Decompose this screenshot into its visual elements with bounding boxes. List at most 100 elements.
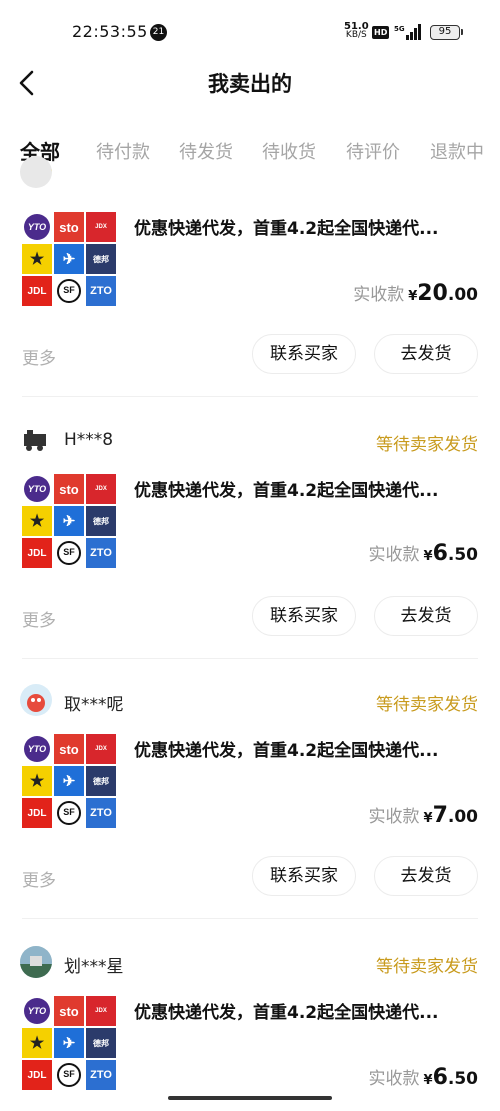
price-row: 实收款 ¥7.00 xyxy=(369,802,478,828)
network-speed: 51.0 KB/S xyxy=(344,22,369,40)
price-decimal: .50 xyxy=(447,1069,478,1089)
cartoon-avatar-icon xyxy=(27,694,45,712)
jdx-logo: JDX xyxy=(86,734,116,764)
price-decimal: .00 xyxy=(447,807,478,827)
contact-buyer-button[interactable]: 联系买家 xyxy=(252,334,356,374)
product-image[interactable]: YTO sto JDX ★ ✈ 德邦 JDL SF ZTO xyxy=(22,996,116,1090)
avatar xyxy=(20,156,52,188)
header: 我卖出的 xyxy=(0,58,500,108)
jdl-logo: JDL xyxy=(22,538,52,568)
ship-button[interactable]: 去发货 xyxy=(374,856,478,896)
price-currency: ¥ xyxy=(408,289,418,304)
train-avatar-icon xyxy=(24,430,46,451)
price-integer: 6 xyxy=(432,1065,448,1090)
buyer-name[interactable]: 取***呢 xyxy=(64,690,124,715)
sf-logo: SF xyxy=(54,798,84,828)
page-title: 我卖出的 xyxy=(208,72,292,96)
yunda-logo-icon: ★ xyxy=(22,766,52,796)
order-card[interactable]: YTO sto JDX ★ ✈ 德邦 JDL SF ZTO 优惠快递代发，首重4… xyxy=(0,156,500,400)
sto-logo: sto xyxy=(54,212,84,242)
sf-logo: SF xyxy=(54,538,84,568)
zto-logo: ZTO xyxy=(86,538,116,568)
order-status: 等待卖家发货 xyxy=(376,695,478,715)
price-currency: ¥ xyxy=(423,549,433,564)
price-currency: ¥ xyxy=(423,811,433,826)
battery-icon: 95 xyxy=(430,25,463,40)
price-decimal: .00 xyxy=(447,285,478,305)
tab-pending-payment[interactable]: 待付款 xyxy=(96,138,150,164)
product-title[interactable]: 优惠快递代发，首重4.2起全国快递代... xyxy=(134,214,478,239)
buyer-name[interactable]: H***8 xyxy=(64,430,113,450)
landscape-avatar-icon xyxy=(20,946,52,978)
zto-logo: ZTO xyxy=(86,1060,116,1090)
tab-pending-receipt[interactable]: 待收货 xyxy=(262,138,316,164)
product-image[interactable]: YTO sto JDX ★ ✈ 德邦 JDL SF ZTO xyxy=(22,474,116,568)
sf-logo: SF xyxy=(54,276,84,306)
jdx-logo: JDX xyxy=(86,996,116,1026)
order-card[interactable]: 划***星 等待卖家发货 YTO sto JDX ★ ✈ 德邦 JDL SF Z… xyxy=(0,946,500,1111)
jdl-logo: JDL xyxy=(22,798,52,828)
debang-logo: 德邦 xyxy=(86,244,116,274)
home-indicator[interactable] xyxy=(168,1096,332,1100)
price-row: 实收款 ¥6.50 xyxy=(369,540,478,566)
yto-logo: YTO xyxy=(22,734,52,764)
yto-logo: YTO xyxy=(22,212,52,242)
yunda-logo-icon: ★ xyxy=(22,244,52,274)
ship-button[interactable]: 去发货 xyxy=(374,334,478,374)
zto-logo: ZTO xyxy=(86,798,116,828)
network-speed-unit: KB/S xyxy=(345,30,367,40)
zto-logo: ZTO xyxy=(86,276,116,306)
product-title[interactable]: 优惠快递代发，首重4.2起全国快递代... xyxy=(134,998,478,1023)
ship-button[interactable]: 去发货 xyxy=(374,596,478,636)
tab-pending-shipment[interactable]: 待发货 xyxy=(179,138,233,164)
cainiao-logo-icon: ✈ xyxy=(54,1028,84,1058)
signal-icon: 5G xyxy=(394,24,421,40)
tab-pending-review[interactable]: 待评价 xyxy=(346,138,400,164)
debang-logo: 德邦 xyxy=(86,1028,116,1058)
price-row: 实收款 ¥6.50 xyxy=(369,1064,478,1090)
price-decimal: .50 xyxy=(447,545,478,565)
jdl-logo: JDL xyxy=(22,276,52,306)
order-header: H***8 等待卖家发货 xyxy=(20,424,478,458)
order-header: 取***呢 等待卖家发货 xyxy=(20,684,478,718)
price-currency: ¥ xyxy=(423,1073,433,1088)
sf-logo: SF xyxy=(54,1060,84,1090)
yto-logo: YTO xyxy=(22,996,52,1026)
jdx-logo: JDX xyxy=(86,212,116,242)
tab-refunding[interactable]: 退款中 xyxy=(430,138,484,164)
network-type: 5G xyxy=(394,25,405,33)
divider xyxy=(22,918,478,919)
more-button[interactable]: 更多 xyxy=(22,344,56,369)
avatar xyxy=(20,684,52,716)
cainiao-logo-icon: ✈ xyxy=(54,766,84,796)
jdx-logo: JDX xyxy=(86,474,116,504)
notification-badge: 21 xyxy=(150,24,167,41)
order-status: 等待卖家发货 xyxy=(376,957,478,977)
contact-buyer-button[interactable]: 联系买家 xyxy=(252,596,356,636)
more-button[interactable]: 更多 xyxy=(22,866,56,891)
status-bar: 22:53:55 21 51.0 KB/S HD 5G 95 xyxy=(0,0,500,60)
price-row: 实收款 ¥20.00 xyxy=(353,280,478,306)
order-card[interactable]: 取***呢 等待卖家发货 YTO sto JDX ★ ✈ 德邦 JDL SF Z… xyxy=(0,684,500,922)
price-integer: 6 xyxy=(432,541,448,566)
contact-buyer-button[interactable]: 联系买家 xyxy=(252,856,356,896)
price-integer: 20 xyxy=(417,281,448,306)
yunda-logo-icon: ★ xyxy=(22,1028,52,1058)
divider xyxy=(22,396,478,397)
product-title[interactable]: 优惠快递代发，首重4.2起全国快递代... xyxy=(134,476,478,501)
debang-logo: 德邦 xyxy=(86,766,116,796)
product-title[interactable]: 优惠快递代发，首重4.2起全国快递代... xyxy=(134,736,478,761)
cainiao-logo-icon: ✈ xyxy=(54,244,84,274)
price-label: 实收款 xyxy=(368,1069,420,1089)
cainiao-logo-icon: ✈ xyxy=(54,506,84,536)
divider xyxy=(22,658,478,659)
order-card[interactable]: H***8 等待卖家发货 YTO sto JDX ★ ✈ 德邦 JDL SF Z… xyxy=(0,424,500,662)
product-image[interactable]: YTO sto JDX ★ ✈ 德邦 JDL SF ZTO xyxy=(22,212,116,306)
yto-logo: YTO xyxy=(22,474,52,504)
buyer-name[interactable]: 划***星 xyxy=(64,952,124,977)
order-status: 等待卖家发货 xyxy=(376,435,478,455)
price-label: 实收款 xyxy=(353,285,405,305)
avatar xyxy=(20,946,52,978)
more-button[interactable]: 更多 xyxy=(22,606,56,631)
product-image[interactable]: YTO sto JDX ★ ✈ 德邦 JDL SF ZTO xyxy=(22,734,116,828)
